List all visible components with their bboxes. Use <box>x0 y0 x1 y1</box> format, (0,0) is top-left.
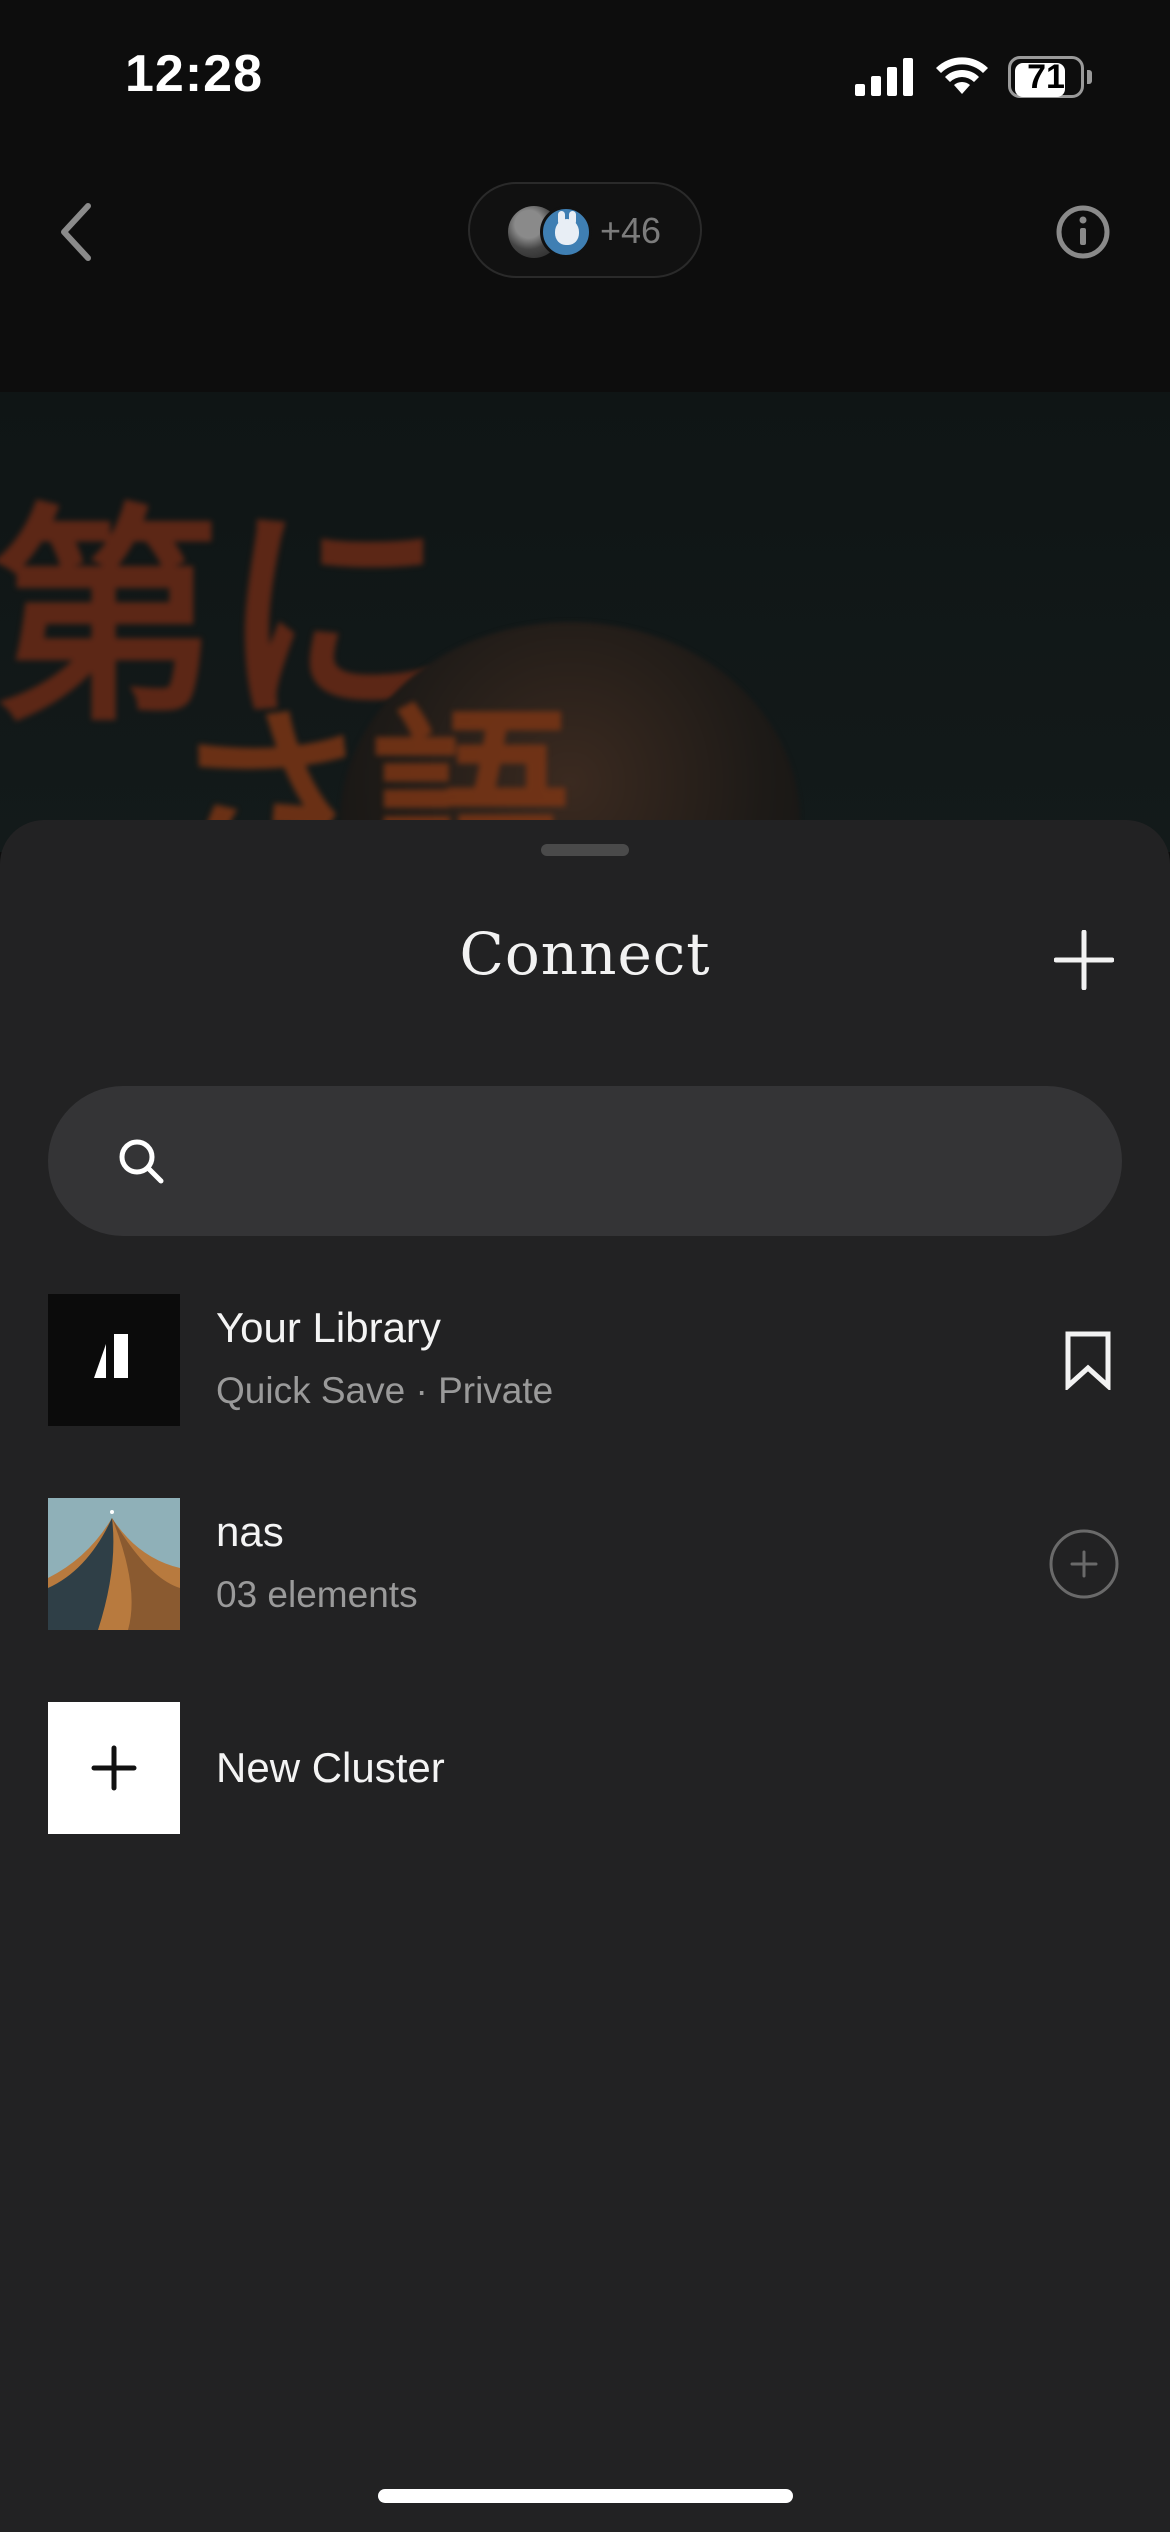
collaborators-pill[interactable]: +46 <box>468 182 702 278</box>
list-item-title: New Cluster <box>216 1744 445 1791</box>
bookmark-button[interactable] <box>1064 1330 1112 1390</box>
back-button[interactable] <box>50 200 102 264</box>
add-to-cluster-button[interactable] <box>1048 1528 1120 1600</box>
avatar <box>540 206 592 258</box>
info-button[interactable] <box>1055 204 1111 260</box>
list-item-subtitle: Quick Save · Private <box>216 1370 554 1411</box>
battery-indicator: 71 <box>1008 56 1092 98</box>
list-item-your-library[interactable]: Your Library Quick Save · Private <box>48 1294 1122 1426</box>
search-bar[interactable] <box>48 1086 1122 1236</box>
wifi-icon <box>936 57 988 94</box>
list-item-title: nas <box>216 1508 284 1555</box>
new-cluster-button[interactable]: New Cluster <box>48 1702 1122 1834</box>
search-input[interactable] <box>188 1126 1068 1196</box>
plus-icon <box>91 1745 137 1791</box>
cluster-thumbnail <box>48 1498 180 1630</box>
new-cluster-thumbnail <box>48 1702 180 1834</box>
cluster-artwork: 第に さ語 <box>0 392 1170 852</box>
search-icon <box>119 1139 164 1184</box>
library-thumbnail <box>48 1294 180 1426</box>
sheet-grabber[interactable] <box>541 844 629 856</box>
dune-landscape-icon <box>48 1498 180 1630</box>
list-item-title: Your Library <box>216 1304 441 1351</box>
status-time: 12:28 <box>125 45 263 103</box>
collaborator-count: +46 <box>600 210 662 251</box>
battery-level: 71 <box>1027 58 1065 96</box>
connect-sheet: Connect Your Library Quick Save · Privat… <box>0 820 1170 2532</box>
cellular-signal-icon <box>855 58 913 96</box>
sheet-title: Connect <box>459 920 711 988</box>
status-bar: 12:28 71 <box>0 0 1170 150</box>
add-button[interactable] <box>1054 930 1114 990</box>
list-item-subtitle: 03 elements <box>216 1574 418 1615</box>
home-indicator <box>378 2489 793 2503</box>
library-logo-icon <box>94 1334 128 1378</box>
list-item-nas[interactable]: nas 03 elements <box>48 1498 1122 1630</box>
